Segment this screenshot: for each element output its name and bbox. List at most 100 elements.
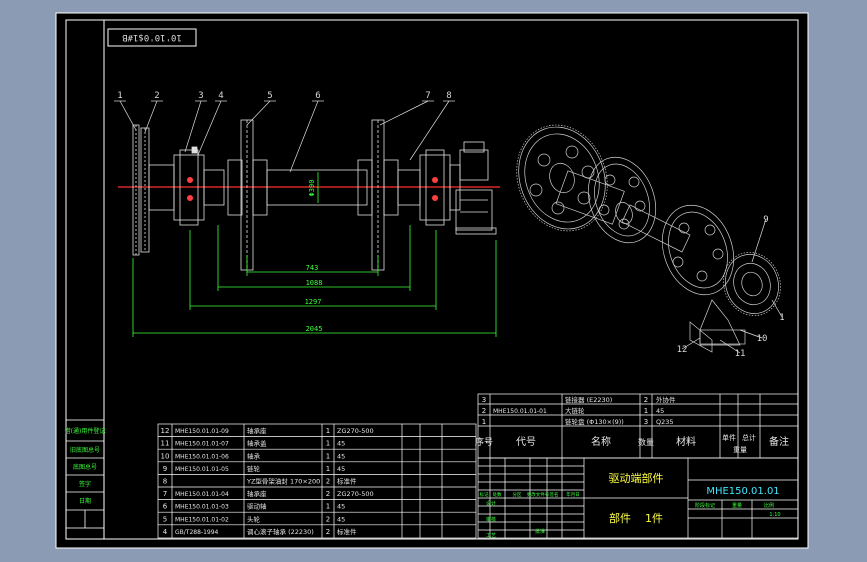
bom-lower-no: 12 [161,427,170,435]
bom-lower-material: ZG270-500 [337,427,374,435]
svg-text:名称: 名称 [591,435,611,448]
dim-1088: 1088 [306,279,323,287]
bom-lower-no: 11 [161,440,170,448]
title-block-sub: 阶段标记 [695,502,715,509]
stamp-box-text: 10'10'0$1#B [122,32,182,42]
bom-lower-code: MHE150.01.01-07 [175,441,229,448]
svg-text:序号: 序号 [475,436,493,448]
bom-lower-qty: 1 [326,440,330,448]
cad-drawing-canvas: 10'10'0$1#B 借(通)用件登记旧底图总号底图总号签字日期 1 2 3 … [55,12,809,549]
bom-lower-qty: 2 [326,478,330,486]
bom-lower-no: 7 [163,490,167,498]
bom-lower-name: 轴承座 [247,489,267,498]
dim-1297: 1297 [305,298,322,306]
title-block-role: 设计 [486,500,496,507]
bom-upper-no: 3 [482,396,486,404]
side-label: 借(通)用件登记 [65,427,106,435]
bom-lower-material: 45 [337,503,345,511]
iso-leader-label: 12 [677,345,688,355]
bom-lower-material: 45 [337,515,345,523]
drawing-number: MHE150.01.01 [706,486,779,497]
bom-lower-name: 驱动轴 [247,502,267,511]
dim-743: 743 [306,264,319,272]
bom-lower-material: ZG270-500 [337,490,374,498]
svg-text:备注: 备注 [769,435,789,448]
bom-lower-qty: 2 [326,490,330,498]
svg-text:总计: 总计 [742,433,756,442]
bom-lower-qty: 1 [326,503,330,511]
iso-leader-label: 10 [757,334,768,344]
title-block-header: 签名 [550,491,559,498]
svg-text:代号: 代号 [516,436,536,448]
side-label: 旧底图总号 [70,446,100,454]
svg-text:数量: 数量 [638,437,654,447]
drawing-title: 驱动端部件 [609,471,664,485]
title-block-sub: 比例 [764,502,774,509]
bom-upper-material: 45 [656,407,664,415]
leader-label: 5 [267,91,272,101]
bom-lower-name: 轴承 [247,451,261,460]
bom-lower-qty: 1 [326,427,330,435]
bom-lower-no: 5 [163,515,167,523]
leader-label: 3 [198,91,203,101]
title-block-header: 处数 [493,491,502,498]
bom-lower-code: MHE150.01.01-02 [175,516,229,523]
bom-lower-name: 调心滚子轴承 (22230) [247,527,314,536]
bom-lower-code: MHE150.01.01-05 [175,466,229,473]
svg-text:单件: 单件 [722,433,736,442]
bom-lower-code: MHE150.01.01-04 [175,491,229,498]
iso-leader-label: 9 [763,215,768,225]
bom-lower-no: 10 [161,452,170,460]
bom-lower-qty: 2 [326,528,330,536]
bom-upper-no: 1 [482,418,486,426]
bom-lower-name: 轴承座 [247,426,267,435]
title-block-header: 标记 [480,491,489,498]
title-block-approve: 批准 [535,528,545,535]
bom-lower-material: 标准件 [337,477,357,486]
title-block-scale: 1:10 [769,512,780,518]
bom-lower-no: 9 [163,465,167,473]
bom-lower-code: GB/T288-1994 [175,529,219,536]
bom-upper-material: Q235 [656,418,674,426]
bom-lower-no: 4 [163,528,168,536]
leader-label: 2 [154,91,159,101]
title-block-header: 更改文件号 [527,491,550,498]
bom-upper-qty: 2 [644,396,648,404]
title-block-header: 分区 [513,491,522,498]
title-block-header: 年月日 [566,491,580,498]
svg-text:重量: 重量 [733,446,747,454]
part-label: 部件 [609,511,631,525]
bom-lower-name: YZ型骨架油封 170×200 [246,477,320,486]
bom-lower-code: MHE150.01.01-09 [175,428,229,435]
bom-upper-material: 外协件 [656,395,676,404]
bom-lower-material: 45 [337,452,345,460]
bom-lower-name: 链轮 [247,464,261,473]
bom-lower-material: 45 [337,465,345,473]
title-block-sub: 重量 [732,502,742,509]
title-block-role: 审核 [486,516,496,523]
bom-lower-material: 标准件 [337,527,357,536]
bom-upper-name: 大链轮 [565,406,585,415]
side-label: 签字 [79,480,91,488]
leader-label: 1 [117,91,122,101]
bom-upper-qty: 3 [644,418,648,426]
side-label: 日期 [79,497,91,505]
leader-label: 8 [446,91,451,101]
bom-upper-code: MHE150.01.01-01 [493,408,547,415]
iso-leader-label: 11 [735,349,746,359]
bom-upper-qty: 1 [644,407,648,415]
bom-lower-code: MHE150.01.01-06 [175,453,229,460]
bom-lower-qty: 1 [326,452,330,460]
drawing-sheet [55,12,809,549]
dim-2045: 2045 [306,325,323,333]
leader-label: 6 [315,91,320,101]
bom-upper-no: 2 [482,407,486,415]
svg-text:材料: 材料 [676,435,696,448]
leader-label: 4 [218,91,223,101]
dim-vertical: Φ390 [308,180,316,197]
part-count: 1件 [645,512,663,525]
bom-lower-name: 轴承盖 [247,439,267,448]
bom-lower-qty: 1 [326,465,330,473]
bom-upper-name: 链轮盘 (Φ130×(9)) [565,417,624,426]
bom-upper-name: 链接器 (E2230) [565,395,612,404]
